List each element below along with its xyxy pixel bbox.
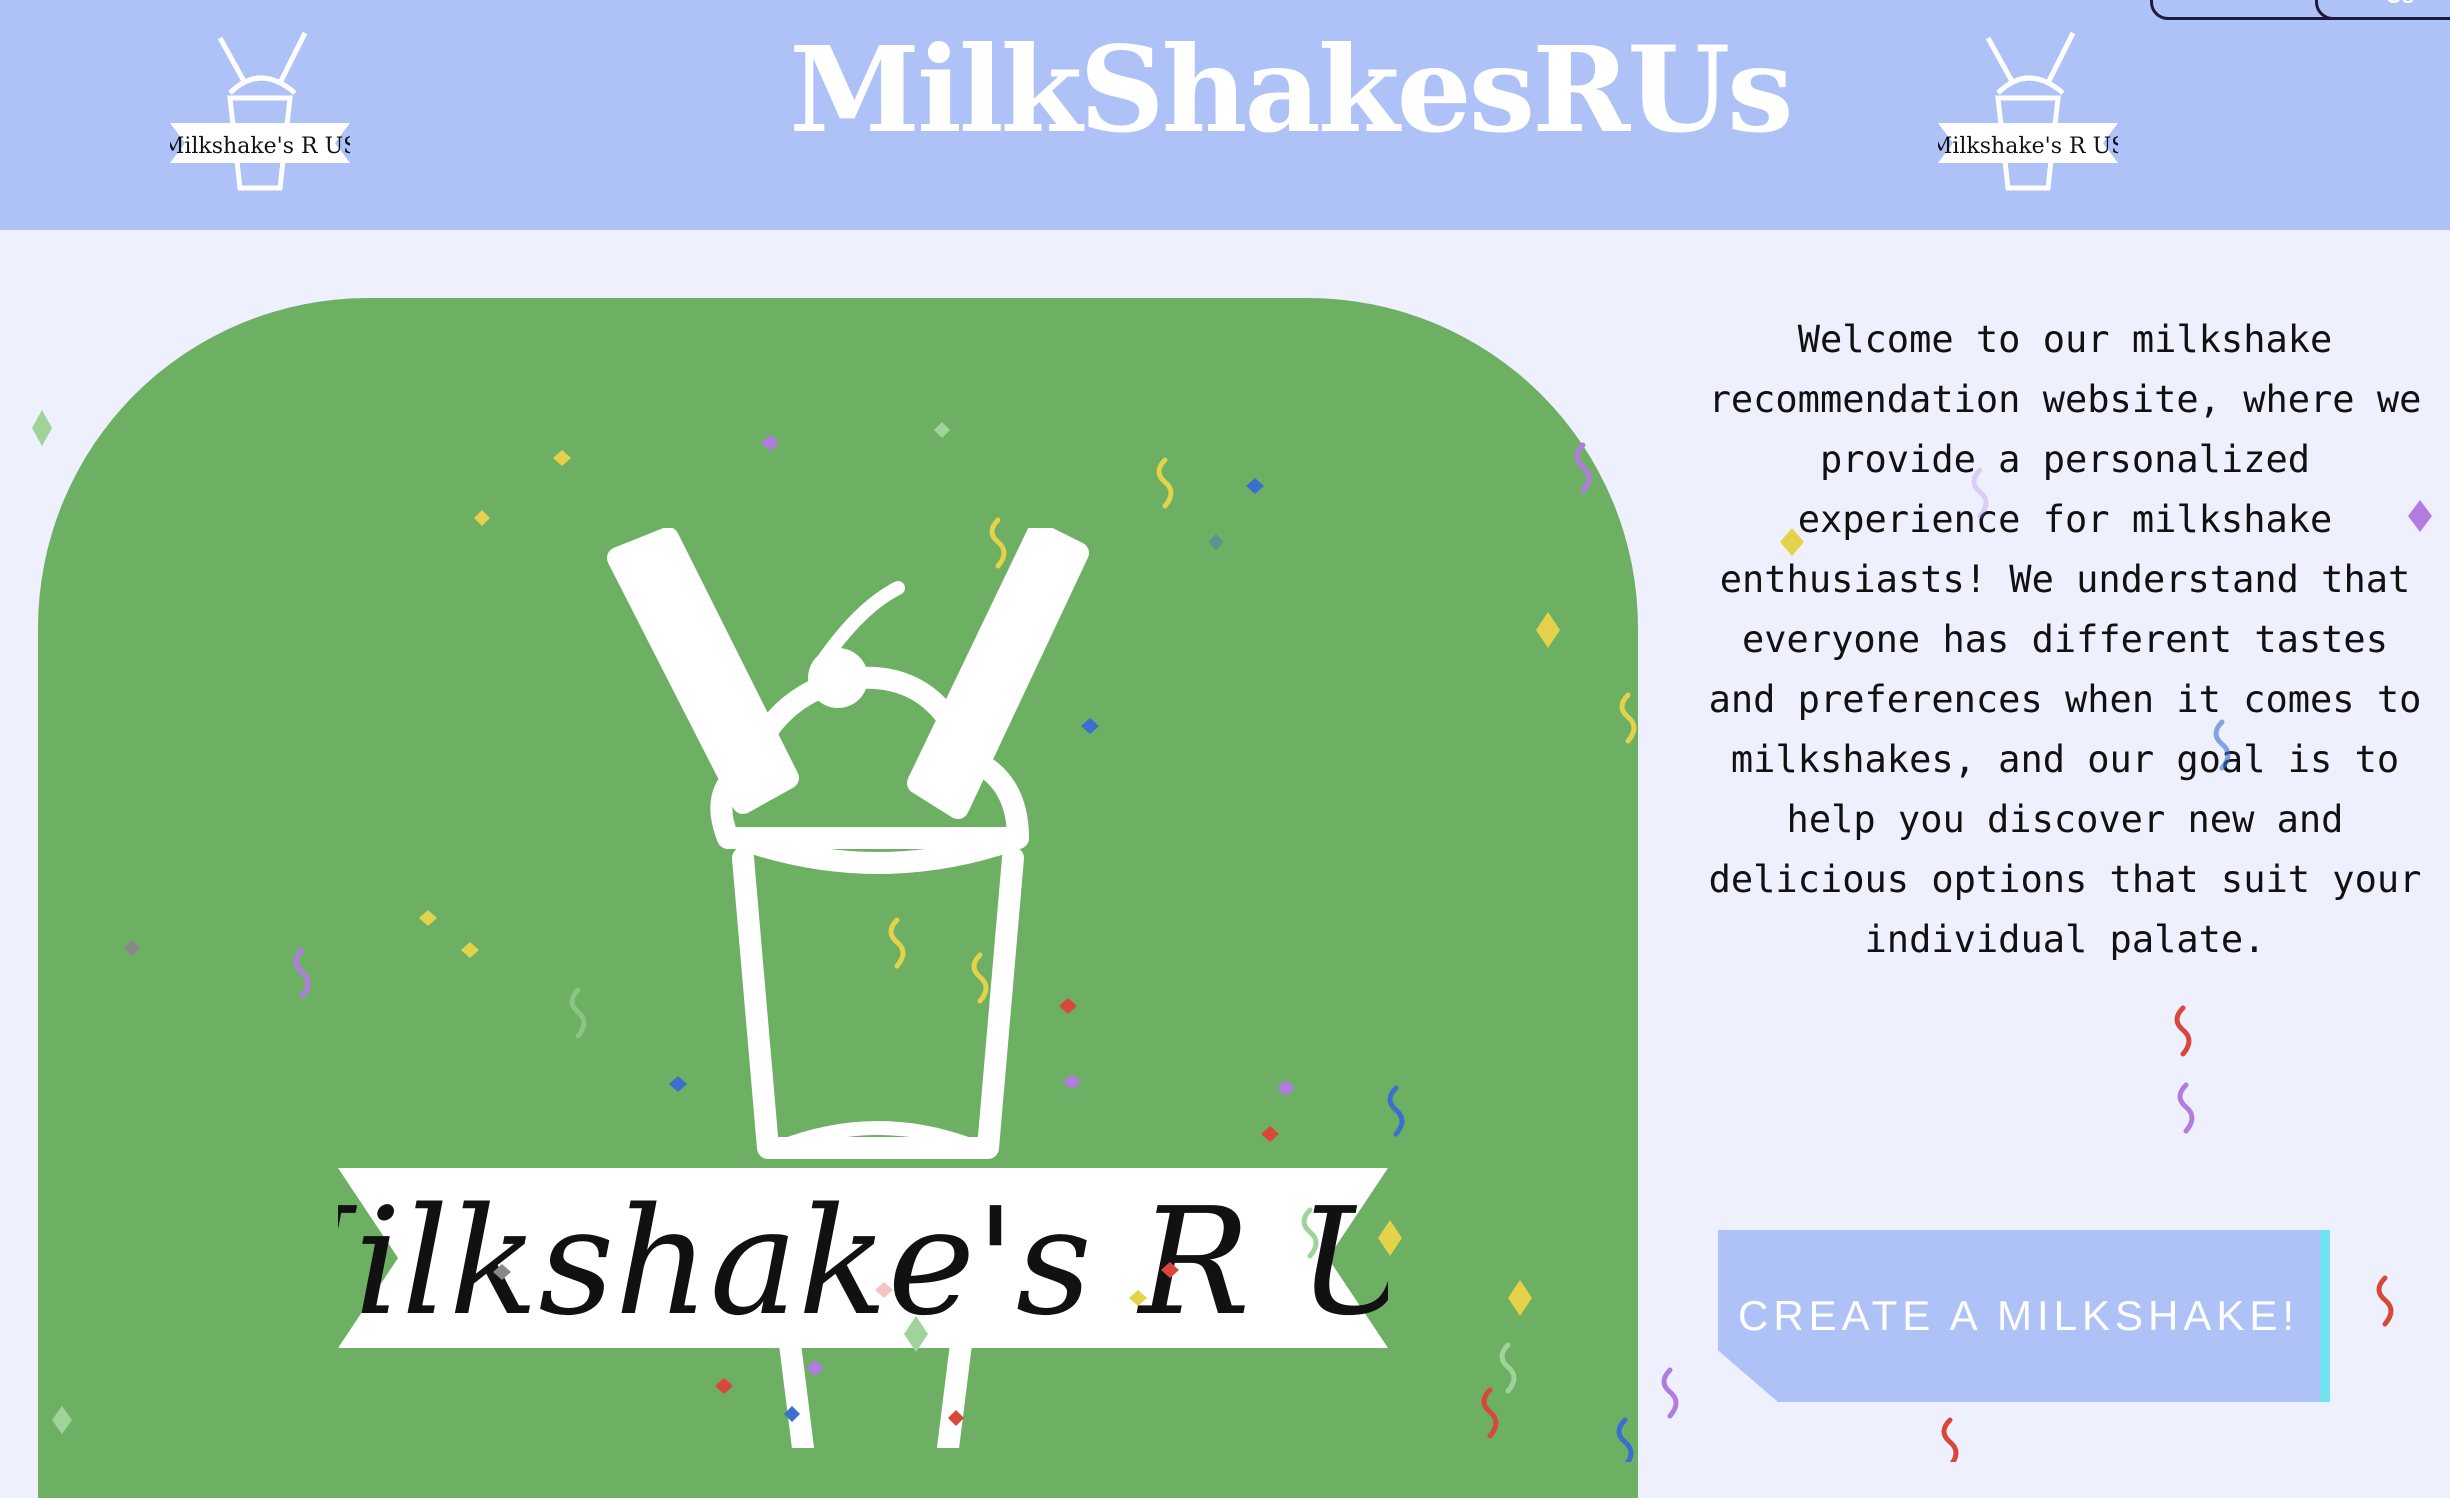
logo-text: Milkshake's R US bbox=[1938, 134, 2118, 159]
milkshake-hero-logo-icon: Milkshake's R US bbox=[338, 528, 1388, 1448]
hero-panel: Milkshake's R US bbox=[38, 298, 1638, 1498]
create-milkshake-button[interactable]: CREATE A MILKSHAKE! bbox=[1718, 1230, 2330, 1402]
hero-logo-text: Milkshake's R US bbox=[338, 1176, 1388, 1348]
nav-button-us[interactable]: Us bbox=[2315, 0, 2450, 20]
milkshake-logo-icon: Milkshake's R US bbox=[1938, 31, 2118, 191]
welcome-text: Welcome to our milkshake recommendation … bbox=[1708, 318, 2422, 961]
site-header: Milkshake's R US MilkShakesRUs Milkshake… bbox=[0, 0, 2450, 230]
